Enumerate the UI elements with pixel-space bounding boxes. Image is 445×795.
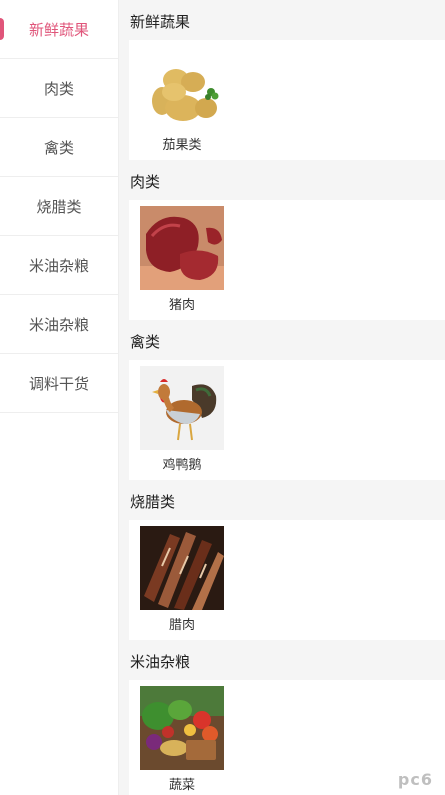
product-card[interactable]: 腊肉 <box>140 526 224 633</box>
pork-image <box>140 206 224 290</box>
product-label: 茄果类 <box>162 138 202 153</box>
product-card[interactable]: 茄果类 <box>140 46 224 153</box>
product-card[interactable]: 蔬菜 <box>140 686 224 793</box>
sidebar-item-seasoning[interactable]: 调料干货 <box>0 354 118 413</box>
section-title: 新鲜蔬果 <box>130 13 191 31</box>
category-sidebar: 新鲜蔬果 肉类 禽类 烧腊类 米油杂粮 米油杂粮 调料干货 <box>0 0 119 795</box>
sidebar-item-label: 禽类 <box>43 138 74 157</box>
product-label: 腊肉 <box>168 618 195 633</box>
sidebar-item-label: 肉类 <box>43 79 74 98</box>
section-panel: 鸡鸭鹅 <box>129 360 445 480</box>
cured-meat-image <box>140 526 224 610</box>
product-label: 猪肉 <box>168 298 195 313</box>
watermark-logo: pc6 <box>397 770 433 789</box>
sidebar-item-grain-oil[interactable]: 米油杂粮 <box>0 236 118 295</box>
product-card[interactable]: 鸡鸭鹅 <box>140 366 224 473</box>
section-title: 烧腊类 <box>130 493 176 511</box>
rooster-image <box>140 366 224 450</box>
sidebar-item-meat[interactable]: 肉类 <box>0 59 118 118</box>
sidebar-item-label: 米油杂粮 <box>28 256 89 275</box>
product-label: 鸡鸭鹅 <box>162 458 202 473</box>
section-title: 禽类 <box>130 333 161 351</box>
product-card[interactable]: 猪肉 <box>140 206 224 313</box>
sidebar-item-roast-meat[interactable]: 烧腊类 <box>0 177 118 236</box>
potato-image <box>140 46 224 130</box>
sidebar-item-poultry[interactable]: 禽类 <box>0 118 118 177</box>
section-panel: 茄果类 <box>129 40 445 160</box>
sidebar-item-label: 烧腊类 <box>36 197 82 216</box>
sidebar-item-fresh-produce[interactable]: 新鲜蔬果 <box>0 0 118 59</box>
sidebar-item-label: 米油杂粮 <box>28 315 89 334</box>
section-panel: 腊肉 <box>129 520 445 640</box>
sidebar-item-label: 新鲜蔬果 <box>28 20 89 39</box>
sidebar-item-label: 调料干货 <box>28 374 89 393</box>
section-panel: 猪肉 <box>129 200 445 320</box>
section-title: 米油杂粮 <box>130 653 191 671</box>
section-title: 肉类 <box>130 173 161 191</box>
product-label: 蔬菜 <box>168 778 195 793</box>
vegetables-image <box>140 686 224 770</box>
category-content: 新鲜蔬果 茄果类 肉类 猪肉 禽类 鸡鸭鹅 烧腊类 腊肉 米油杂粮 蔬菜 <box>129 0 445 795</box>
sidebar-item-grain-oil-2[interactable]: 米油杂粮 <box>0 295 118 354</box>
